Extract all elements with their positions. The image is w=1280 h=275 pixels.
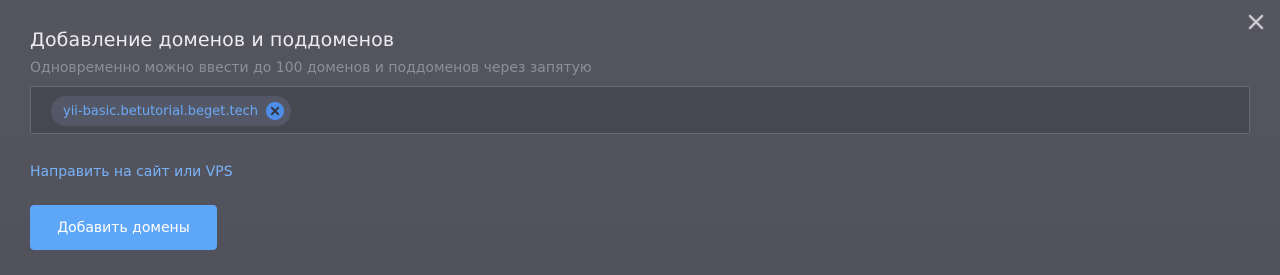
close-icon [1248, 14, 1264, 30]
domain-tag-label: yii-basic.betutorial.beget.tech [63, 103, 259, 119]
add-domains-modal: Добавление доменов и поддоменов Одноврем… [0, 0, 1280, 275]
modal-title: Добавление доменов и поддоменов [30, 29, 395, 51]
close-button[interactable] [1246, 12, 1266, 32]
modal-subtitle: Одновременно можно ввести до 100 доменов… [30, 60, 592, 76]
remove-tag-button[interactable] [266, 102, 285, 120]
add-domains-button[interactable]: Добавить домены [30, 205, 217, 250]
domain-tag: yii-basic.betutorial.beget.tech [51, 96, 292, 126]
redirect-link[interactable]: Направить на сайт или VPS [30, 164, 233, 180]
domains-input[interactable]: yii-basic.betutorial.beget.tech [30, 86, 1250, 134]
remove-circle-icon [266, 102, 285, 120]
